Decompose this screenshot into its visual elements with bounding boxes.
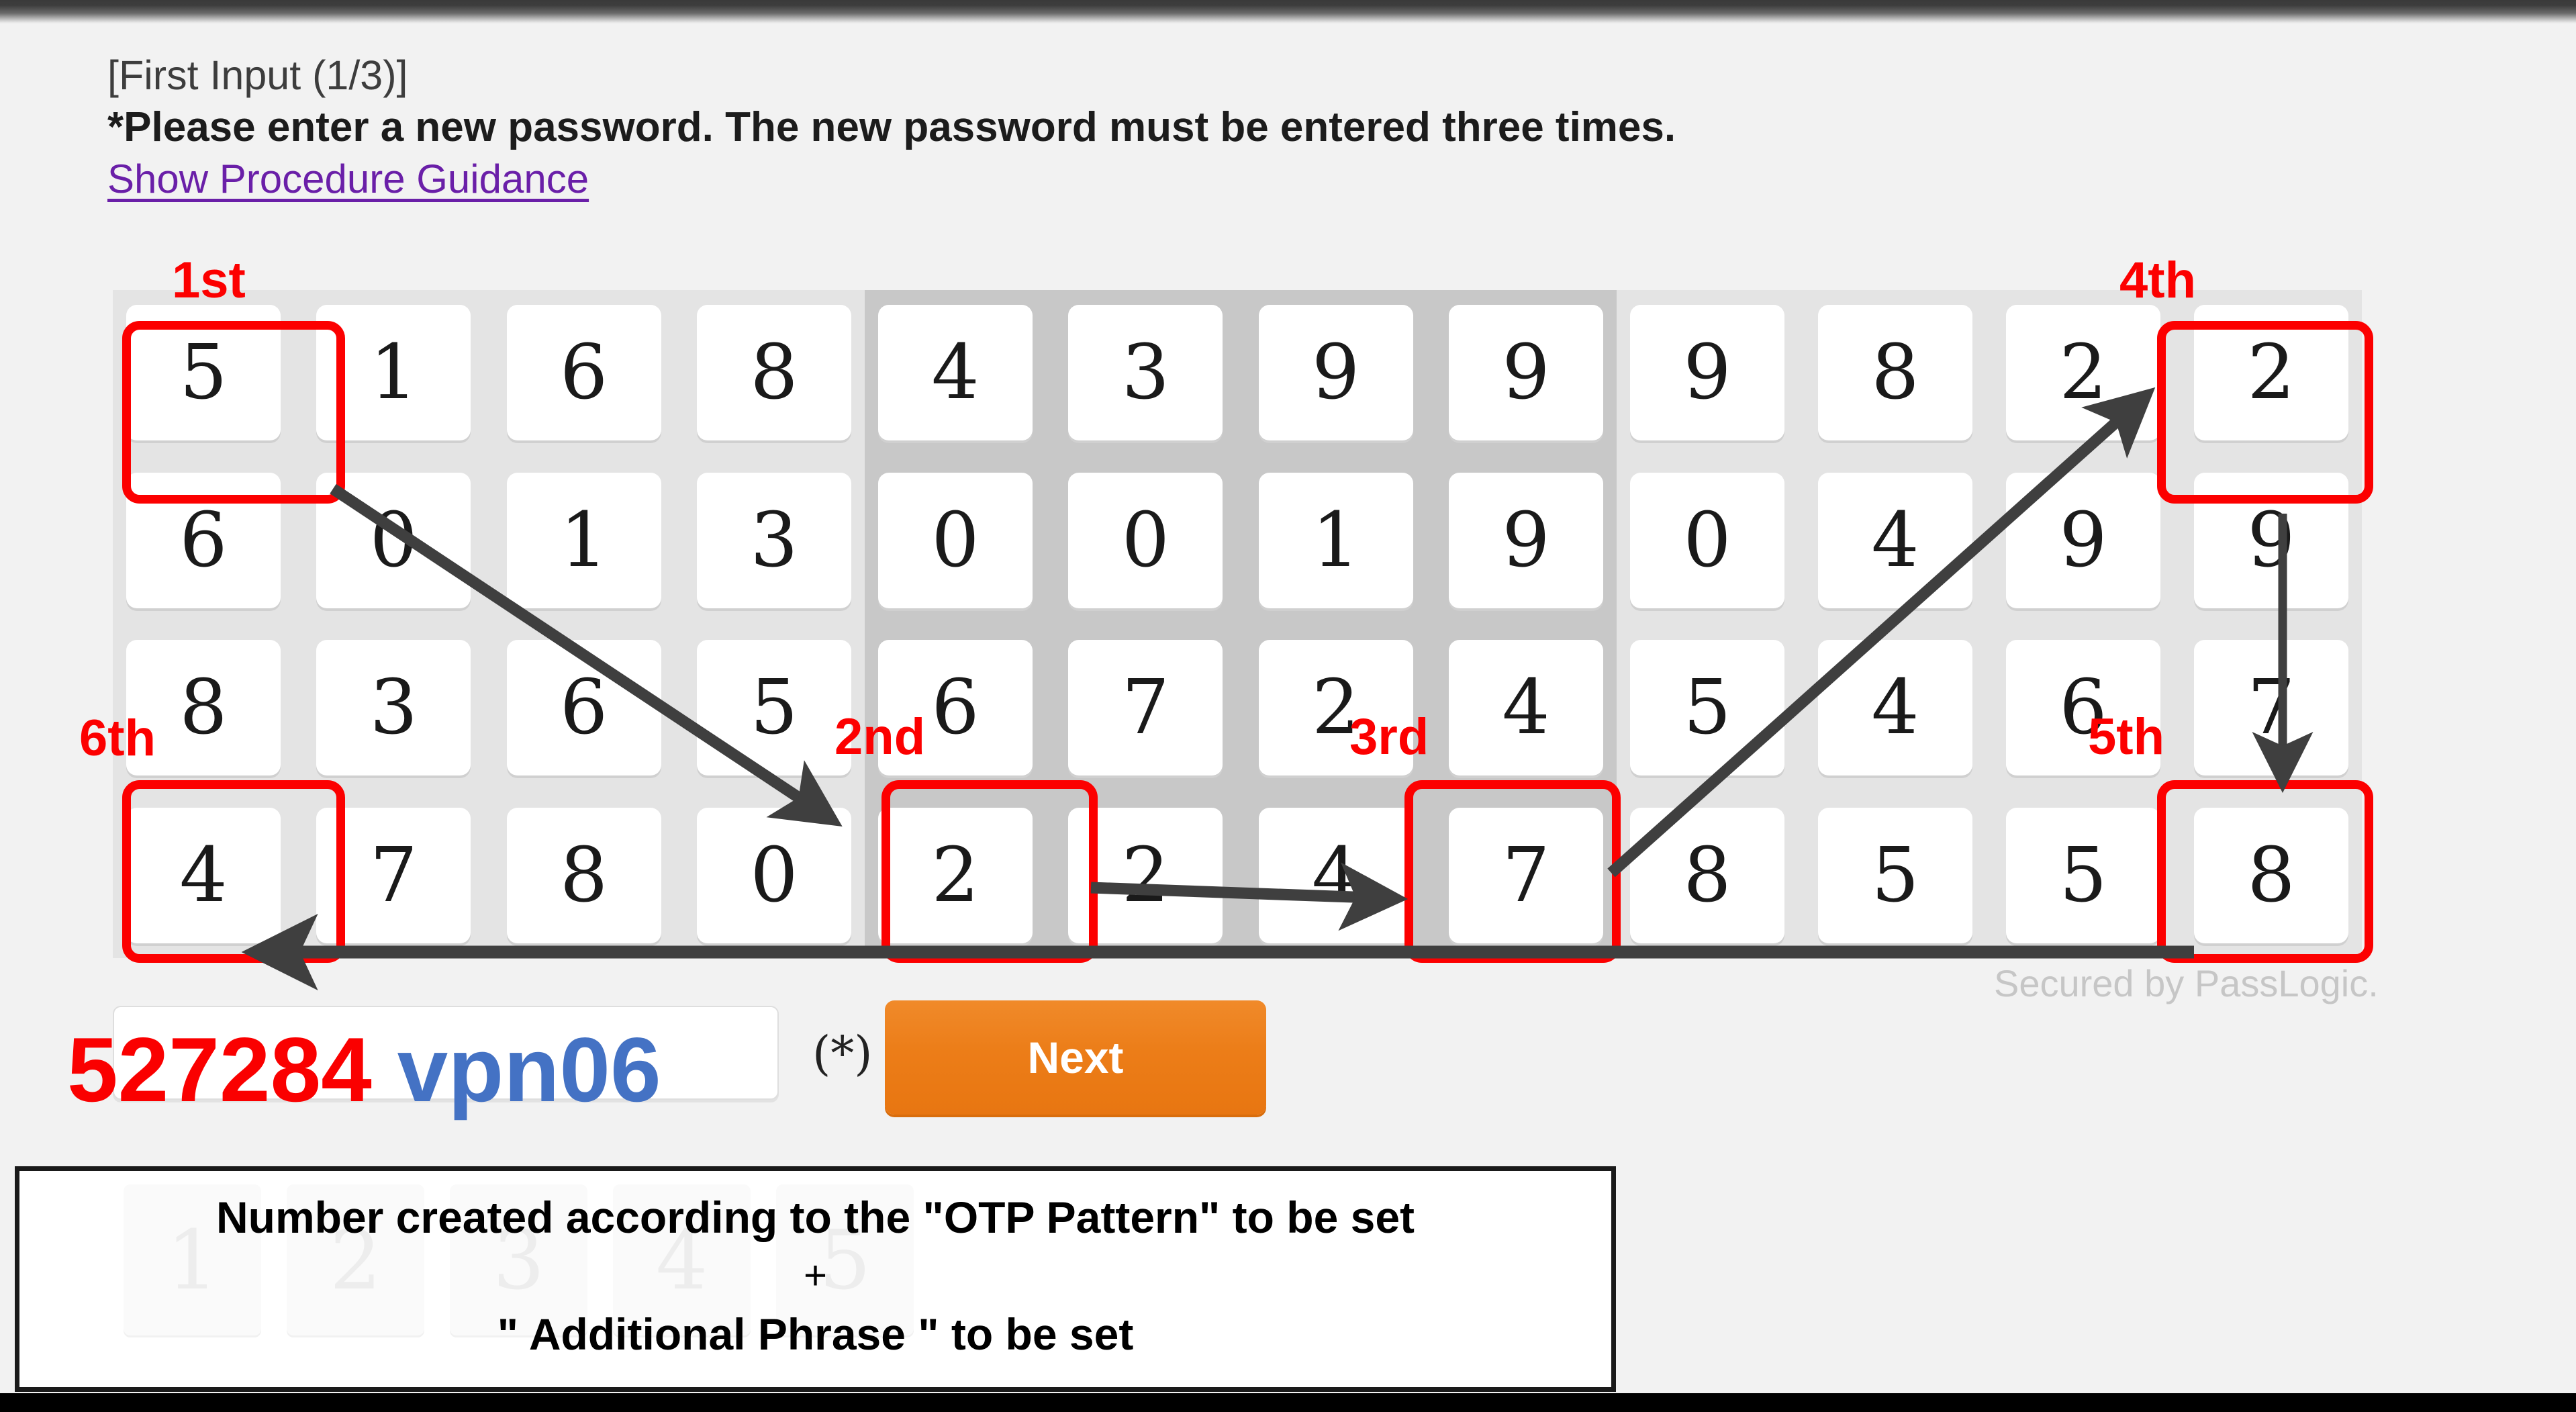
keypad-key[interactable]: 9: [1258, 305, 1413, 440]
keypad-key[interactable]: 5: [696, 640, 851, 776]
keypad-key[interactable]: 2: [2006, 305, 2160, 440]
keypad-row: 5168: [126, 305, 851, 440]
keypad-key[interactable]: 3: [1068, 305, 1223, 440]
keypad-key[interactable]: 1: [316, 305, 471, 440]
keypad-row: 5467: [1630, 640, 2348, 776]
keypad-row: 8558: [1630, 807, 2348, 943]
ordinal-label-1st: 1st: [172, 252, 246, 309]
keypad-key[interactable]: 4: [1818, 640, 1972, 776]
keypad-row: 4399: [878, 305, 1603, 440]
otp-number-text: 527284: [67, 1019, 372, 1121]
keypad-key[interactable]: 8: [696, 305, 851, 440]
keypad-key[interactable]: 9: [1448, 472, 1603, 608]
keypad-key[interactable]: 6: [506, 305, 661, 440]
ordinal-label-3rd: 3rd: [1349, 708, 1429, 765]
keypad-key[interactable]: 9: [1448, 305, 1603, 440]
keypad-key[interactable]: 4: [126, 807, 281, 943]
keypad-key[interactable]: 5: [1630, 640, 1784, 776]
keypad-key[interactable]: 2: [1068, 807, 1223, 943]
caption-line-1: Number created according to the "OTP Pat…: [216, 1192, 1415, 1242]
keypad-key[interactable]: 3: [696, 472, 851, 608]
otp-value-overlay: 527284 vpn06: [67, 1024, 661, 1115]
keypad-row: 2247: [878, 807, 1603, 943]
keypad-row: 6724: [878, 640, 1603, 776]
keypad-key[interactable]: 1: [1258, 472, 1413, 608]
next-button[interactable]: Next: [885, 1000, 1266, 1115]
keypad-key[interactable]: 2: [2194, 305, 2348, 440]
ordinal-label-5th: 5th: [2088, 708, 2164, 765]
keypad-key[interactable]: 0: [1630, 472, 1784, 608]
bottom-black-strip: [0, 1393, 2576, 1412]
keypad-key[interactable]: 7: [2194, 640, 2348, 776]
keypad-key[interactable]: 5: [2006, 807, 2160, 943]
keypad-row: 9822: [1630, 305, 2348, 440]
otp-keypad[interactable]: 5168601383654780439900196724224798220499…: [113, 290, 2362, 958]
otp-phrase-text: vpn06: [397, 1019, 661, 1121]
ordinal-label-6th: 6th: [79, 710, 156, 767]
show-procedure-guidance-link[interactable]: Show Procedure Guidance: [107, 157, 589, 201]
keypad-key[interactable]: 4: [1258, 807, 1413, 943]
keypad-row: 8365: [126, 640, 851, 776]
step-indicator: [First Input (1/3)]: [107, 52, 408, 98]
keypad-key[interactable]: 9: [1630, 305, 1784, 440]
keypad-key[interactable]: 4: [1818, 472, 1972, 608]
header-block: [First Input (1/3)] *Please enter a new …: [107, 55, 1676, 201]
keypad-row: 0019: [878, 472, 1603, 608]
keypad-key[interactable]: 9: [2194, 472, 2348, 608]
top-gradient-bar: [0, 0, 2576, 24]
keypad-panel-2: 4399001967242247: [865, 290, 1617, 958]
ordinal-label-4th: 4th: [2119, 252, 2196, 309]
keypad-key[interactable]: 4: [878, 305, 1033, 440]
keypad-row: 0499: [1630, 472, 2348, 608]
keypad-key[interactable]: 2: [878, 807, 1033, 943]
keypad-key[interactable]: 6: [506, 640, 661, 776]
keypad-key[interactable]: 9: [2006, 472, 2160, 608]
keypad-key[interactable]: 8: [506, 807, 661, 943]
keypad-key[interactable]: 1: [506, 472, 661, 608]
keypad-panel-3: 9822049954678558: [1617, 290, 2362, 958]
instruction-text: *Please enter a new password. The new pa…: [107, 104, 1676, 150]
keypad-key[interactable]: 0: [696, 807, 851, 943]
keypad-row: 6013: [126, 472, 851, 608]
keypad-key[interactable]: 5: [126, 305, 281, 440]
keypad-key[interactable]: 7: [1068, 640, 1223, 776]
keypad-key[interactable]: 0: [316, 472, 471, 608]
keypad-key[interactable]: 3: [316, 640, 471, 776]
keypad-key[interactable]: 4: [1448, 640, 1603, 776]
keypad-key[interactable]: 8: [1818, 305, 1972, 440]
keypad-key[interactable]: 7: [316, 807, 471, 943]
caption-callout-box: 12345 Number created according to the "O…: [15, 1166, 1616, 1392]
keypad-key[interactable]: 8: [2194, 807, 2348, 943]
required-marker: (*): [812, 1026, 873, 1081]
keypad-key[interactable]: 0: [878, 472, 1033, 608]
keypad-key[interactable]: 6: [126, 472, 281, 608]
keypad-panel-1: 5168601383654780: [113, 290, 865, 958]
caption-plus-sign: +: [803, 1253, 828, 1298]
keypad-key[interactable]: 7: [1448, 807, 1603, 943]
secured-by-passlogic-label: Secured by PassLogic.: [1994, 962, 2379, 1004]
caption-line-2: " Additional Phrase " to be set: [497, 1309, 1134, 1359]
keypad-key[interactable]: 5: [1818, 807, 1972, 943]
ordinal-label-2nd: 2nd: [834, 708, 926, 765]
keypad-key[interactable]: 0: [1068, 472, 1223, 608]
keypad-key[interactable]: 8: [1630, 807, 1784, 943]
keypad-row: 4780: [126, 807, 851, 943]
